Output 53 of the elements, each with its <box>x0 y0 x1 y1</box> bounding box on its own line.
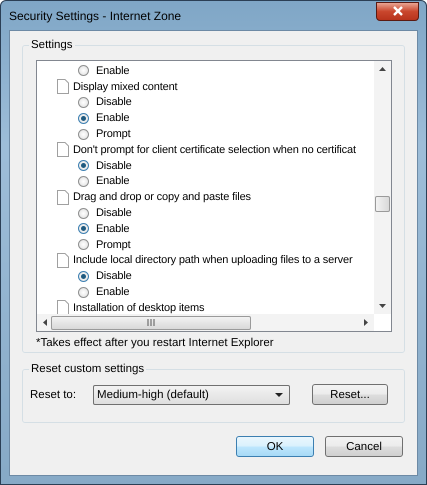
group-title: Settings <box>29 38 75 53</box>
left-arrow-icon[interactable] <box>43 319 47 326</box>
radio-button[interactable] <box>78 239 89 250</box>
scroll-thumb[interactable] <box>51 316 251 330</box>
radio-button[interactable] <box>78 176 89 187</box>
radio-button[interactable] <box>78 208 89 219</box>
radio-button[interactable] <box>78 286 89 298</box>
group-title: Reset custom settings <box>29 362 146 377</box>
option-label: Enable <box>96 112 130 124</box>
close-icon <box>392 6 404 16</box>
cancel-button[interactable]: Cancel <box>325 436 403 457</box>
document-icon <box>57 300 69 314</box>
down-arrow-icon[interactable] <box>379 304 386 308</box>
document-icon <box>57 252 69 268</box>
radio-button[interactable] <box>78 160 89 172</box>
horizontal-scrollbar[interactable] <box>37 314 374 331</box>
level-dropdown[interactable]: Medium-high (default) <box>93 384 290 404</box>
radio-button[interactable] <box>78 223 89 234</box>
scroll-thumb[interactable] <box>375 196 390 212</box>
document-icon <box>57 190 69 205</box>
reset-button[interactable]: Reset... <box>312 384 388 405</box>
radio-button[interactable] <box>78 65 89 76</box>
note-text: *Takes effect after you restart Internet Explorer <box>36 337 275 349</box>
option-label: Prompt <box>96 128 131 140</box>
document-icon <box>57 142 69 158</box>
setting-label: Drag and drop or copy and paste files <box>73 191 251 204</box>
setting-label: Display mixed content <box>73 80 178 93</box>
option-label: Prompt <box>96 238 131 251</box>
up-arrow-icon[interactable] <box>379 67 386 71</box>
reset-to-label: Reset to: <box>30 388 78 400</box>
option-label: Disable <box>96 270 132 282</box>
setting-label: Installation of desktop items <box>73 302 204 314</box>
document-icon <box>57 79 69 94</box>
radio-button[interactable] <box>78 270 89 282</box>
ok-button[interactable]: OK <box>236 436 314 457</box>
right-arrow-icon[interactable] <box>364 319 368 326</box>
radio-button[interactable] <box>78 128 89 140</box>
option-label: Enable <box>96 64 130 77</box>
option-label: Disable <box>96 160 132 172</box>
window-title: Security Settings - Internet Zone <box>9 8 182 22</box>
vertical-scrollbar[interactable] <box>374 61 391 314</box>
setting-label: Include local directory path when uploading files to a server <box>73 254 352 266</box>
caret-icon <box>275 392 283 396</box>
radio-button[interactable] <box>78 112 89 124</box>
grip-icon <box>147 319 155 326</box>
radio-button[interactable] <box>78 96 89 108</box>
option-label: Enable <box>96 222 130 235</box>
option-label: Disable <box>96 207 132 220</box>
close-button[interactable] <box>376 2 419 20</box>
option-label: Disable <box>96 96 132 108</box>
option-label: Enable <box>96 175 130 188</box>
setting-label: Don't prompt for client certificate selection when no certificat <box>73 144 356 156</box>
option-label: Enable <box>96 286 130 298</box>
